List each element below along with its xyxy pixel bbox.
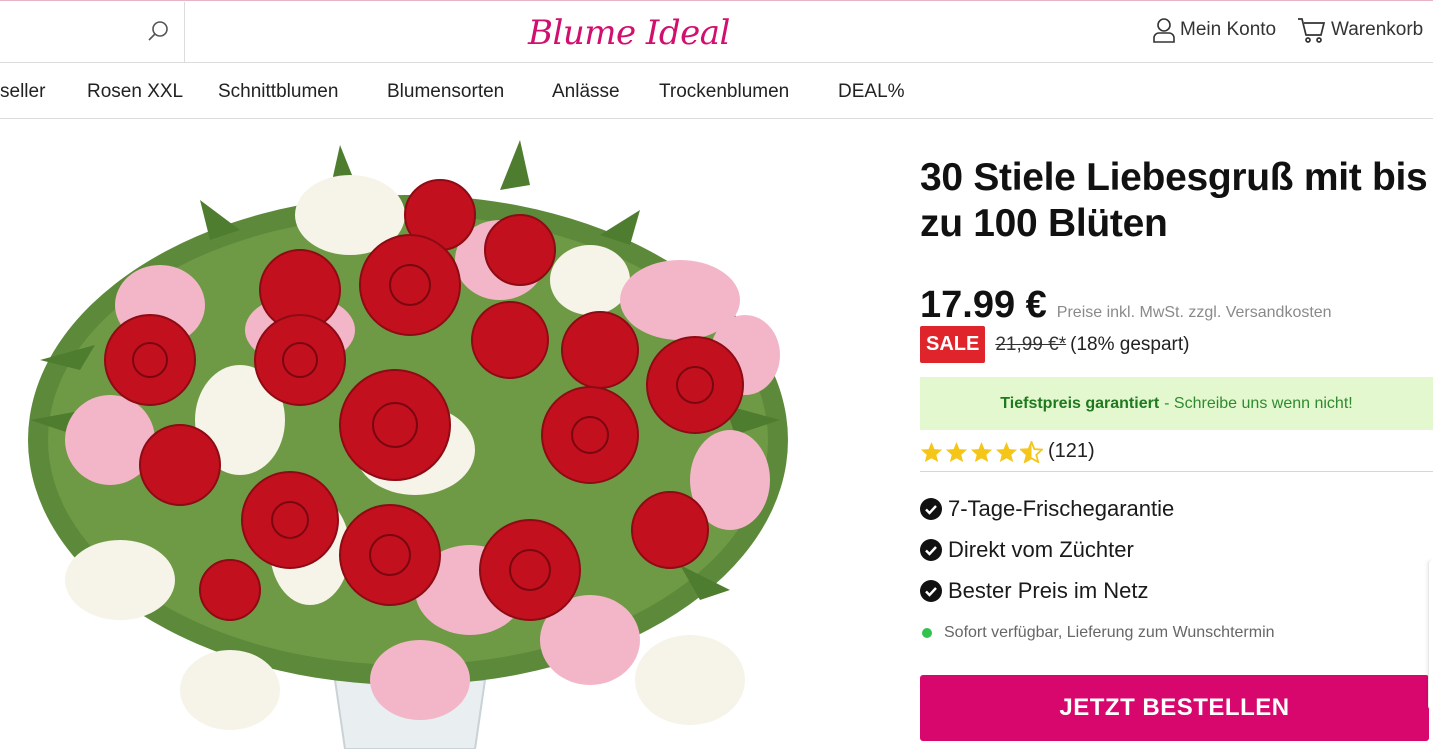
product-price: 17.99 € [920, 284, 1047, 326]
side-panel-edge [1428, 560, 1433, 710]
nav-item-anlaesse[interactable]: Anlässe [552, 81, 620, 103]
account-link[interactable]: Mein Konto [1152, 17, 1276, 43]
price-row: 17.99 € Preise inkl. MwSt. zzgl. Versand… [920, 284, 1332, 327]
cart-link[interactable]: Warenkorb [1297, 17, 1423, 43]
lowest-price-note: - Schreibe uns wenn nicht! [1164, 394, 1353, 412]
nav-item-bestseller[interactable]: seller [0, 81, 45, 103]
star-icon [945, 441, 968, 462]
sale-badge: SALE [920, 326, 986, 363]
cart-label: Warenkorb [1331, 19, 1424, 40]
usp-label: Bester Preis im Netz [948, 578, 1149, 603]
lowest-price-title: Tiefstpreis garantiert [1000, 394, 1160, 412]
availability-text: Sofort verfügbar, Lieferung zum Wunschte… [944, 624, 1275, 641]
usp-label: Direkt vom Züchter [948, 537, 1134, 562]
nav-item-deal[interactable]: DEAL% [838, 81, 905, 103]
rating-stars [920, 440, 1043, 463]
search-icon[interactable] [146, 19, 170, 43]
search-input[interactable] [0, 2, 185, 63]
price-note[interactable]: Preise inkl. MwSt. zzgl. Versandkosten [1057, 304, 1332, 322]
account-label: Mein Konto [1180, 19, 1277, 40]
nav-item-trockenblumen[interactable]: Trockenblumen [659, 81, 789, 103]
availability-dot-icon [922, 628, 932, 638]
product-title: 30 Stiele Liebesgruß mit bis zu 100 Blüt… [920, 156, 1428, 245]
check-circle-icon [920, 498, 942, 520]
star-icon [920, 441, 943, 462]
old-price: 21,99 €* [995, 333, 1067, 355]
star-half-icon [1020, 440, 1043, 463]
site-logo[interactable]: Blume Ideal [528, 9, 730, 57]
usp-item: Direkt vom Züchter [920, 537, 1134, 563]
site-header: Blume Ideal Mein Konto Warenkorb [0, 0, 1433, 63]
user-icon [1153, 18, 1175, 43]
check-circle-icon [920, 580, 942, 602]
star-icon [970, 441, 993, 462]
product-image[interactable] [0, 120, 900, 749]
usp-item: 7-Tage-Frischegarantie [920, 496, 1174, 522]
nav-item-schnittblumen[interactable]: Schnittblumen [218, 81, 338, 103]
order-button[interactable]: JETZT BESTELLEN [920, 675, 1429, 741]
rating-row[interactable]: (121) [920, 436, 1433, 472]
cart-icon [1298, 18, 1325, 43]
rating-count[interactable]: (121) [1048, 440, 1095, 463]
sale-row: SALE 21,99 €* (18% gespart) [920, 326, 1189, 363]
savings-text: (18% gespart) [1070, 333, 1190, 355]
lowest-price-banner[interactable]: Tiefstpreis garantiert - Schreibe uns we… [920, 377, 1433, 430]
usp-label: 7-Tage-Frischegarantie [948, 496, 1175, 521]
nav-item-blumensorten[interactable]: Blumensorten [387, 81, 504, 103]
usp-item: Bester Preis im Netz [920, 578, 1149, 604]
main-nav: seller Rosen XXL Schnittblumen Blumensor… [0, 63, 1433, 119]
logo-text: Blume Ideal [528, 13, 730, 53]
nav-item-rosen-xxl[interactable]: Rosen XXL [87, 81, 183, 103]
star-icon [995, 441, 1018, 462]
availability-status: Sofort verfügbar, Lieferung zum Wunschte… [920, 624, 1275, 642]
check-circle-icon [920, 539, 942, 561]
